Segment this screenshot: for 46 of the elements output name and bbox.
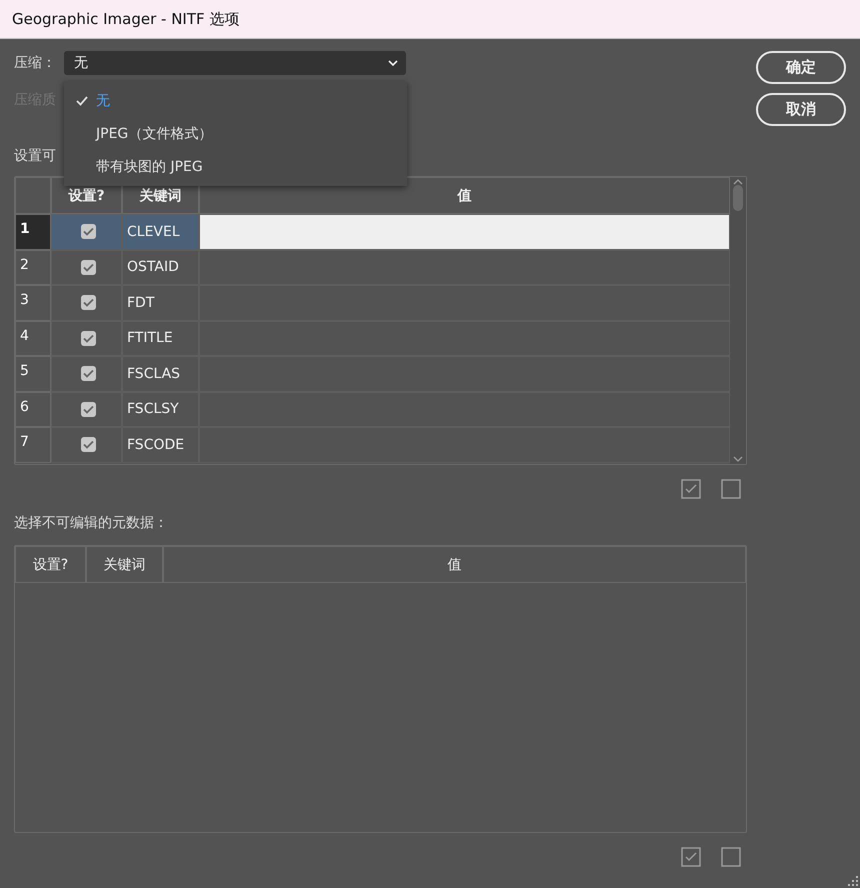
scrollbar-thumb[interactable] [733, 185, 743, 211]
scrollbar[interactable] [730, 177, 746, 464]
resize-grip-icon[interactable] [848, 876, 858, 886]
row-number: 7 [15, 427, 51, 462]
uncheck-all-icon[interactable] [721, 479, 741, 499]
value-field[interactable] [199, 250, 730, 285]
chevron-up-icon[interactable] [733, 179, 743, 185]
row-number: 5 [15, 356, 51, 392]
checkbox[interactable] [81, 330, 96, 346]
uncheck-all-icon[interactable] [721, 847, 741, 867]
table-cell: FTITLE [122, 320, 199, 356]
row-number: 4 [15, 320, 51, 356]
cancel-button[interactable]: 取消 [756, 93, 846, 126]
checkbox[interactable] [81, 437, 96, 452]
editable-label: 设置可 [14, 147, 57, 165]
chevron-down-icon[interactable] [733, 456, 743, 462]
table-cell: FDT [122, 285, 199, 320]
checkbox[interactable] [81, 260, 96, 275]
table-cell: FSCLAS [122, 356, 199, 392]
table-cell: FSCLSY [122, 392, 199, 427]
window-title: Geographic Imager - NITF 选项 [0, 0, 860, 39]
check-all-icon[interactable] [681, 847, 701, 867]
menu-item[interactable]: JPEG（文件格式） [64, 117, 407, 150]
row-number: 1 [15, 214, 51, 250]
column-header[interactable]: 设置? [15, 546, 86, 583]
compression-label: 压缩： [14, 54, 57, 72]
table-cell: CLEVEL [122, 214, 199, 250]
column-header[interactable]: 值 [163, 546, 746, 583]
check-all-icon[interactable] [681, 479, 701, 499]
value-field[interactable] [199, 214, 730, 250]
checkbox[interactable] [81, 295, 96, 310]
check-icon [76, 96, 88, 106]
checkbox[interactable] [81, 366, 96, 382]
table-cell: FSCODE [122, 427, 199, 462]
checkbox[interactable] [81, 224, 96, 240]
value-field[interactable] [199, 427, 730, 462]
row-number: 3 [15, 285, 51, 320]
compression-select[interactable]: 无 [64, 51, 406, 75]
chevron-down-icon [388, 60, 398, 66]
readonly-label: 选择不可编辑的元数据： [14, 514, 168, 532]
column-header[interactable]: 关键词 [86, 546, 163, 583]
table-cell: OSTAID [122, 250, 199, 285]
checkbox[interactable] [81, 402, 96, 417]
row-number: 6 [15, 392, 51, 427]
ok-button[interactable]: 确定 [756, 51, 846, 84]
row-number: 2 [15, 250, 51, 285]
